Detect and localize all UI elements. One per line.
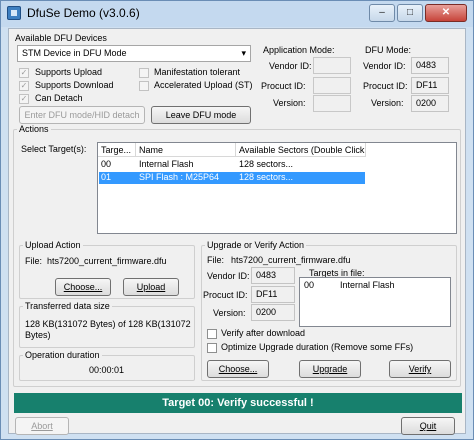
- optimize-upgrade-checkbox[interactable]: [207, 343, 217, 353]
- accelerated-upload-checkbox[interactable]: [139, 81, 149, 91]
- transferred-title: Transferred data size: [23, 301, 112, 311]
- quit-label: Quit: [419, 421, 437, 431]
- upload-action-title: Upload Action: [23, 240, 83, 250]
- dfu-vendor-id-label: Vendor ID:: [363, 61, 406, 71]
- upload-button-label: Upload: [136, 282, 166, 292]
- manifestation-tolerant-checkbox[interactable]: [139, 68, 149, 78]
- verify-button[interactable]: Verify: [389, 360, 451, 378]
- app-version-label: Version:: [273, 98, 306, 108]
- row-target: 00: [101, 159, 112, 169]
- dfu-version-label: Version:: [371, 98, 404, 108]
- dfu-version-value: 0200: [411, 95, 449, 112]
- targets-list[interactable]: Targe... Name Available Sectors (Double …: [97, 142, 457, 234]
- quit-button[interactable]: Quit: [401, 417, 455, 435]
- dfu-product-id-value: DF11: [411, 77, 449, 94]
- dfu-vendor-id-value: 0483: [411, 57, 449, 74]
- upgrade-choose-button[interactable]: Choose...: [207, 360, 269, 378]
- supports-upload-label: Supports Upload: [35, 67, 103, 77]
- upgrade-choose-label: Choose...: [218, 364, 258, 374]
- upgrade-vendor-id-label: Vendor ID:: [207, 271, 250, 281]
- upload-file-label: File:: [25, 256, 43, 266]
- device-select[interactable]: STM Device in DFU Mode ▾: [17, 45, 251, 62]
- abort-button[interactable]: Abort: [15, 417, 69, 435]
- maximize-button[interactable]: □: [397, 4, 423, 22]
- targets-in-file-list[interactable]: 00 Internal Flash: [299, 277, 451, 327]
- upgrade-action-title: Upgrade or Verify Action: [205, 240, 307, 250]
- app-window: DfuSe Demo (v3.0.6) – □ ✕ Available DFU …: [0, 0, 474, 440]
- upgrade-file-value: hts7200_current_firmware.dfu: [231, 255, 351, 265]
- main-panel: Available DFU Devices STM Device in DFU …: [8, 28, 466, 435]
- upgrade-button[interactable]: Upgrade: [299, 360, 361, 378]
- application-mode-title: Application Mode:: [263, 45, 335, 55]
- status-bar: Target 00: Verify successful !: [14, 393, 462, 413]
- column-header-name[interactable]: Name: [136, 143, 236, 157]
- can-detach-checkbox[interactable]: ✓: [19, 94, 29, 104]
- upgrade-version-value: 0200: [251, 304, 295, 321]
- dfu-mode-title: DFU Mode:: [365, 45, 412, 55]
- table-row[interactable]: 00 Internal Flash 128 sectors...: [99, 159, 365, 171]
- chevron-down-icon: ▾: [241, 48, 246, 58]
- manifestation-tolerant-label: Manifestation tolerant: [154, 67, 241, 77]
- upload-file-value: hts7200_current_firmware.dfu: [47, 256, 167, 266]
- upload-button[interactable]: Upload: [123, 278, 179, 296]
- table-row-selected[interactable]: 01 SPI Flash : M25P64 128 sectors...: [99, 172, 365, 184]
- target-id: 00: [304, 280, 315, 290]
- duration-value: 00:00:01: [89, 365, 125, 375]
- column-header-sectors[interactable]: Available Sectors (Double Click...: [236, 143, 366, 157]
- title-bar: DfuSe Demo (v3.0.6) – □ ✕: [1, 1, 473, 27]
- duration-title: Operation duration: [23, 350, 102, 360]
- app-icon: [7, 6, 21, 20]
- app-version-value: [313, 95, 351, 112]
- app-product-id-value: [313, 77, 351, 94]
- actions-title: Actions: [17, 124, 51, 134]
- upgrade-product-id-label: Procuct ID:: [203, 290, 248, 300]
- transferred-value: 128 KB(131072 Bytes) of 128 KB(131072 By…: [25, 319, 191, 340]
- select-targets-label: Select Target(s):: [21, 144, 87, 154]
- verify-after-download-checkbox[interactable]: [207, 329, 217, 339]
- app-product-id-label: Procuct ID:: [261, 81, 306, 91]
- accelerated-upload-label: Accelerated Upload (ST): [154, 80, 253, 90]
- upload-choose-label: Choose...: [63, 282, 103, 292]
- abort-label: Abort: [31, 421, 53, 431]
- target-name: Internal Flash: [340, 280, 395, 290]
- row-target: 01: [101, 172, 112, 182]
- row-name: SPI Flash : M25P64: [139, 172, 220, 182]
- app-vendor-id-value: [313, 57, 351, 74]
- device-select-value: STM Device in DFU Mode: [22, 48, 127, 58]
- close-button[interactable]: ✕: [425, 4, 467, 22]
- optimize-upgrade-label: Optimize Upgrade duration (Remove some F…: [221, 342, 414, 352]
- upgrade-version-label: Version:: [213, 308, 246, 318]
- verify-after-download-label: Verify after download: [221, 328, 306, 338]
- dfu-product-id-label: Procuct ID:: [363, 81, 408, 91]
- verify-button-label: Verify: [408, 364, 432, 374]
- leave-dfu-mode-button[interactable]: Leave DFU mode: [151, 106, 251, 124]
- app-vendor-id-label: Vendor ID:: [269, 61, 312, 71]
- upload-choose-button[interactable]: Choose...: [55, 278, 111, 296]
- row-sectors: 128 sectors...: [239, 159, 294, 169]
- upgrade-vendor-id-value: 0483: [251, 267, 295, 284]
- upgrade-product-id-value: DF11: [251, 286, 295, 303]
- upgrade-button-label: Upgrade: [312, 364, 348, 374]
- can-detach-label: Can Detach: [35, 93, 83, 103]
- supports-download-label: Supports Download: [35, 80, 114, 90]
- supports-upload-checkbox[interactable]: ✓: [19, 68, 29, 78]
- supports-download-checkbox[interactable]: ✓: [19, 81, 29, 91]
- column-header-target[interactable]: Targe...: [98, 143, 136, 157]
- window-title: DfuSe Demo (v3.0.6): [27, 6, 140, 20]
- available-devices-title: Available DFU Devices: [15, 33, 107, 43]
- upgrade-file-label: File:: [207, 255, 225, 265]
- minimize-button[interactable]: –: [369, 4, 395, 22]
- enter-dfu-mode-button[interactable]: Enter DFU mode/HID detach: [19, 106, 145, 124]
- row-sectors: 128 sectors...: [239, 172, 294, 182]
- row-name: Internal Flash: [139, 159, 194, 169]
- list-item[interactable]: 00 Internal Flash: [300, 280, 450, 292]
